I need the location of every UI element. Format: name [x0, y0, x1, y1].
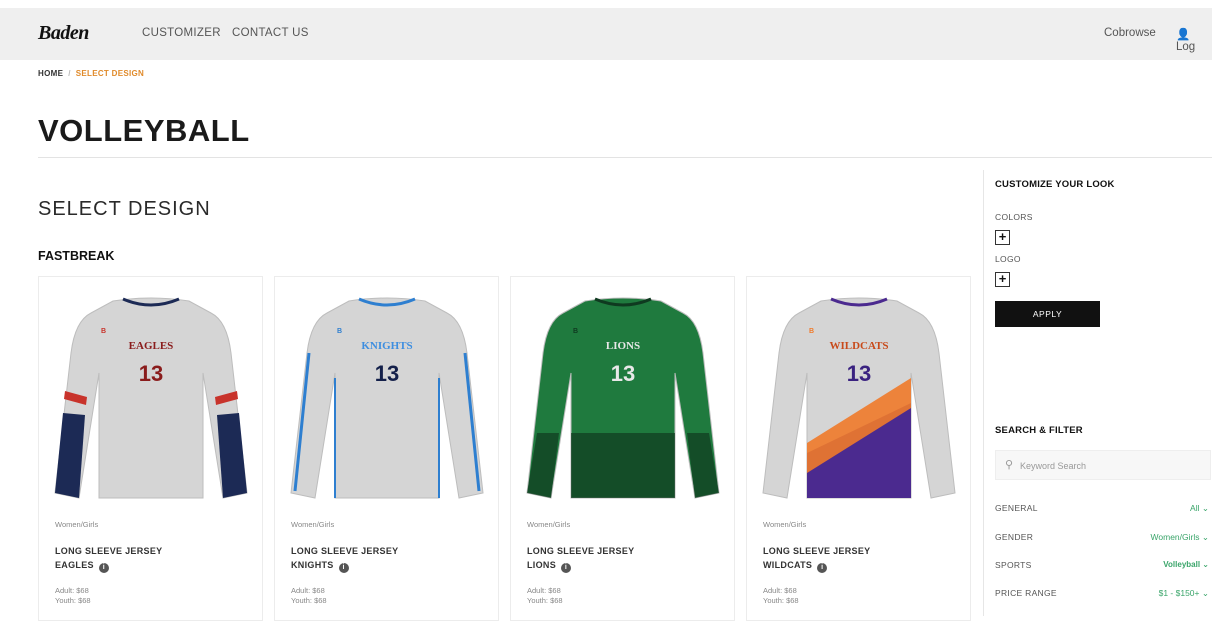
cobrowse-link[interactable]: Cobrowse	[1104, 27, 1156, 39]
nav-link-contact-us[interactable]: CONTACT US	[232, 27, 309, 39]
customize-title: CUSTOMIZE YOUR LOOK	[995, 179, 1115, 190]
product-card-eagles[interactable]: B EAGLES 13 Women/Girls LONG SLEEVE JERSEY…	[38, 276, 263, 621]
add-logo-button[interactable]: +	[995, 272, 1010, 287]
info-icon[interactable]: i	[817, 563, 828, 573]
jersey-number: 13	[139, 361, 163, 386]
filter-label: SPORTS	[995, 560, 1032, 570]
youth-price: Youth: $68	[55, 596, 91, 605]
jersey-team-name: LIONS	[606, 340, 640, 352]
filter-value: Women/Girls ⌄	[1150, 532, 1209, 542]
filter-label: PRICE RANGE	[995, 588, 1057, 598]
login-link[interactable]: 👤 Log	[1176, 27, 1212, 53]
product-category: Women/Girls	[291, 520, 335, 529]
jersey-image[interactable]: B LIONS 13	[523, 293, 723, 508]
brand-logo[interactable]: Baden	[38, 22, 89, 45]
breadcrumb-current: SELECT DESIGN	[75, 69, 145, 78]
brand-mark: B	[101, 328, 106, 335]
product-category: Women/Girls	[55, 520, 99, 529]
top-nav-bar: Baden CUSTOMIZER CONTACT US Cobrowse 👤 L…	[0, 8, 1212, 60]
brand-mark: B	[573, 328, 578, 335]
adult-price: Adult: $68	[527, 586, 561, 595]
breadcrumb-separator: /	[68, 69, 71, 78]
product-name: KNIGHTS i	[291, 560, 349, 573]
section-title: SELECT DESIGN	[38, 198, 211, 220]
adult-price: Adult: $68	[55, 586, 89, 595]
jersey-team-name: KNIGHTS	[361, 340, 412, 352]
filter-sports[interactable]: SPORTS Volleyball ⌄	[995, 560, 1209, 574]
user-icon: 👤	[1176, 29, 1191, 41]
filter-label: GENERAL	[995, 503, 1038, 513]
adult-price: Adult: $68	[291, 586, 325, 595]
info-icon[interactable]: i	[338, 563, 349, 573]
keyword-search-input[interactable]: ⚲ Keyword Search	[995, 450, 1211, 480]
colors-label: COLORS	[995, 212, 1033, 222]
filter-value: All ⌄	[1190, 503, 1209, 513]
info-icon[interactable]: i	[98, 563, 109, 573]
filter-gender[interactable]: GENDER Women/Girls ⌄	[995, 532, 1209, 546]
right-sleeve-fade	[687, 433, 719, 498]
filter-value: Volleyball ⌄	[1163, 560, 1209, 569]
product-card-knights[interactable]: B KNIGHTS 13 Women/Girls LONG SLEEVE JERSE…	[274, 276, 499, 621]
jersey-image[interactable]: B EAGLES 13	[51, 293, 251, 508]
product-card-lions[interactable]: B LIONS 13 Women/Girls LONG SLEEVE JERSEY …	[510, 276, 735, 621]
youth-price: Youth: $68	[763, 596, 799, 605]
breadcrumb-home[interactable]: HOME	[38, 69, 63, 78]
jersey-number: 13	[375, 361, 399, 386]
product-name: WILDCATS i	[763, 560, 828, 573]
jersey-team-name: WILDCATS	[829, 340, 888, 352]
filter-general[interactable]: GENERAL All ⌄	[995, 503, 1209, 517]
youth-price: Youth: $68	[527, 596, 563, 605]
filter-price-range[interactable]: PRICE RANGE $1 - $150+ ⌄	[995, 588, 1209, 602]
product-name: EAGLES i	[55, 560, 109, 573]
breadcrumb: HOME / SELECT DESIGN	[38, 69, 144, 78]
brand-mark: B	[809, 328, 814, 335]
jersey-gradient-fade	[571, 433, 675, 498]
filter-label: GENDER	[995, 532, 1034, 542]
jersey-number: 13	[847, 361, 871, 386]
logo-label: LOGO	[995, 254, 1021, 264]
page-title: VOLLEYBALL	[38, 113, 250, 148]
title-divider	[38, 157, 1212, 158]
search-placeholder: Keyword Search	[1020, 461, 1087, 471]
left-sleeve-fade	[527, 433, 559, 498]
product-card-wildcats[interactable]: B WILDCATS 13 Women/Girls LONG SLEEVE JERS…	[746, 276, 971, 621]
design-group-title: FASTBREAK	[38, 249, 115, 263]
jersey-image[interactable]: B WILDCATS 13	[759, 293, 959, 508]
jersey-team-name: EAGLES	[129, 340, 174, 352]
product-category: Women/Girls	[763, 520, 807, 529]
filter-value: $1 - $150+ ⌄	[1158, 588, 1209, 598]
product-type: LONG SLEEVE JERSEY	[291, 546, 399, 556]
youth-price: Youth: $68	[291, 596, 327, 605]
chevron-down-icon: ⌄	[1201, 503, 1209, 513]
jersey-image[interactable]: B KNIGHTS 13	[287, 293, 487, 508]
info-icon[interactable]: i	[561, 563, 572, 573]
product-name: LIONS i	[527, 560, 572, 573]
apply-button[interactable]: APPLY	[995, 301, 1100, 327]
jersey-number: 13	[611, 361, 635, 386]
adult-price: Adult: $68	[763, 586, 797, 595]
chevron-down-icon: ⌄	[1201, 588, 1209, 598]
product-type: LONG SLEEVE JERSEY	[527, 546, 635, 556]
chevron-down-icon: ⌄	[1202, 560, 1209, 569]
login-label: Log	[1176, 41, 1196, 53]
add-colors-button[interactable]: +	[995, 230, 1010, 245]
filter-sidebar: CUSTOMIZE YOUR LOOK COLORS + LOGO + APPL…	[983, 170, 1212, 616]
nav-link-customizer[interactable]: CUSTOMIZER	[142, 27, 221, 39]
chevron-down-icon: ⌄	[1201, 532, 1209, 542]
product-type: LONG SLEEVE JERSEY	[55, 546, 163, 556]
jersey-body	[290, 297, 484, 499]
filter-title: SEARCH & FILTER	[995, 425, 1083, 436]
product-type: LONG SLEEVE JERSEY	[763, 546, 871, 556]
search-icon: ⚲	[1005, 459, 1014, 471]
brand-mark: B	[337, 328, 342, 335]
product-category: Women/Girls	[527, 520, 571, 529]
